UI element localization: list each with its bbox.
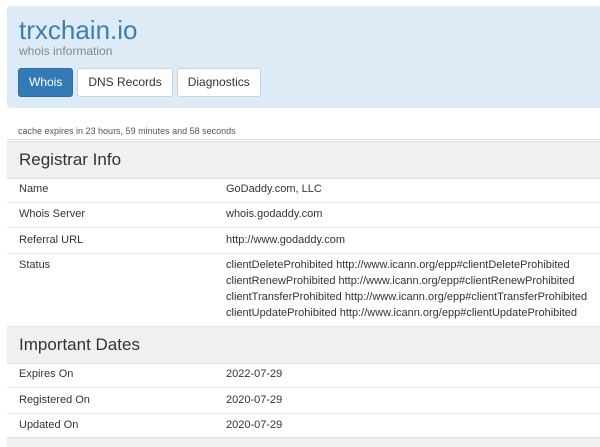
- tab-dns-records[interactable]: DNS Records: [77, 68, 173, 97]
- section-title: Registrar Info: [19, 150, 122, 169]
- row-label: Status: [19, 259, 51, 271]
- status-line: clientRenewProhibited http://www.icann.o…: [226, 275, 575, 287]
- divider: [7, 253, 600, 254]
- status-line: clientDeleteProhibited http://www.icann.…: [226, 259, 570, 271]
- row-label: Updated On: [19, 419, 79, 431]
- row-value: 2022-07-29: [226, 368, 283, 380]
- divider: [7, 227, 600, 228]
- row-value: GoDaddy.com, LLC: [226, 183, 322, 195]
- tab-diagnostics[interactable]: Diagnostics: [176, 68, 261, 97]
- cache-notice: cache expires in 23 hours, 59 minutes an…: [18, 126, 236, 136]
- row-label: Name: [19, 183, 49, 195]
- divider: [7, 202, 600, 203]
- row-label: Whois Server: [19, 208, 86, 220]
- dates-section-header: Important Dates: [7, 326, 600, 364]
- divider: [7, 387, 600, 388]
- row-label: Registered On: [19, 394, 90, 406]
- tab-whois[interactable]: Whois: [18, 68, 74, 97]
- row-value: http://www.godaddy.com: [226, 234, 346, 246]
- row-value: whois.godaddy.com: [226, 208, 323, 220]
- status-values: clientDeleteProhibited http://www.icann.…: [226, 257, 587, 321]
- domain-title: trxchain.io: [19, 15, 138, 45]
- row-label: Referral URL: [19, 234, 84, 246]
- divider: [7, 413, 600, 414]
- row-value: 2020-07-29: [226, 394, 283, 406]
- status-line: clientUpdateProhibited http://www.icann.…: [226, 307, 577, 319]
- page-subtitle: whois information: [19, 44, 113, 58]
- row-value: 2020-07-29: [226, 419, 283, 431]
- row-label: Expires On: [19, 368, 74, 380]
- status-line: clientTransferProhibited http://www.ican…: [226, 291, 588, 303]
- registrar-section-header: Registrar Info: [7, 141, 600, 179]
- tab-bar: Whois DNS Records Diagnostics: [18, 68, 261, 97]
- divider: [7, 139, 600, 140]
- header-panel: trxchain.io whois information Whois DNS …: [7, 6, 600, 108]
- section-title: Important Dates: [19, 335, 140, 354]
